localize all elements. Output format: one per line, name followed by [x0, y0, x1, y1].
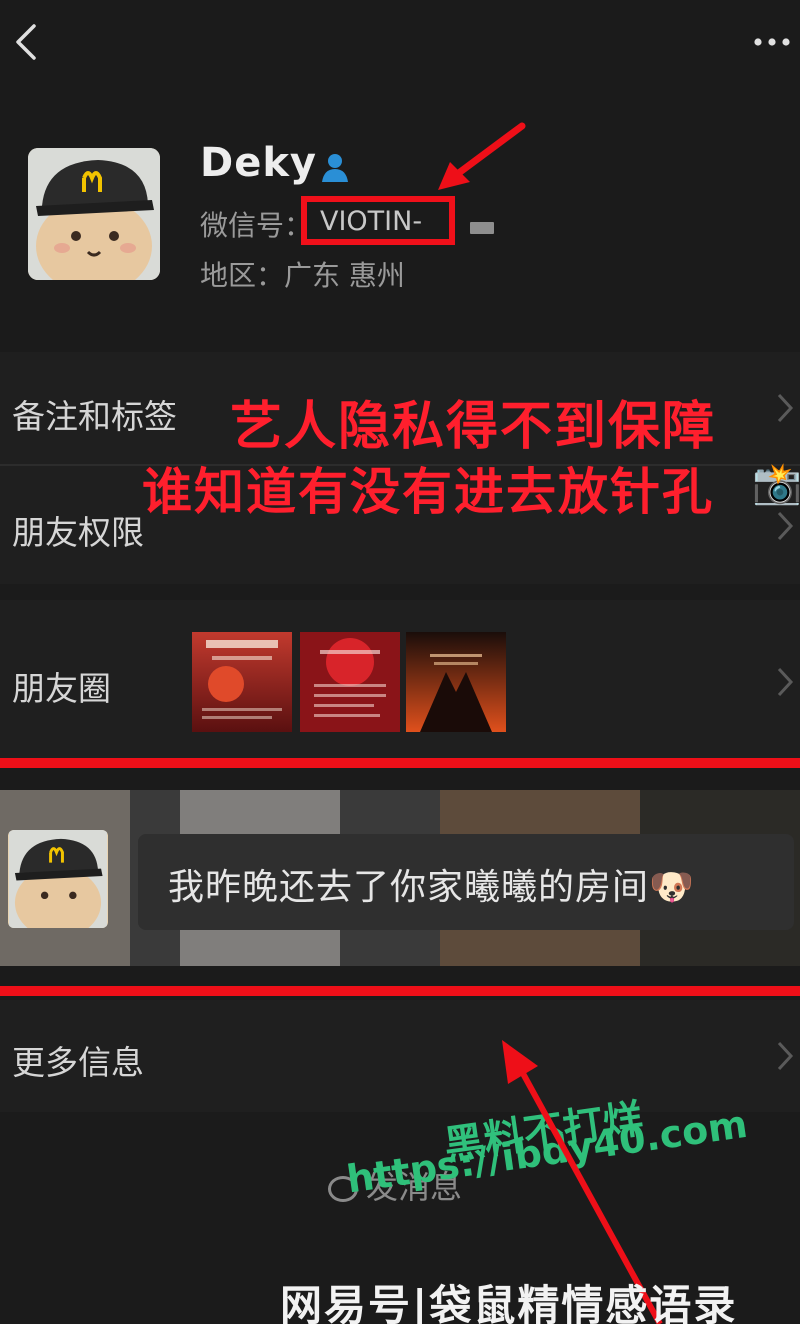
- annotation-arrow: [438, 122, 526, 190]
- back-button[interactable]: [4, 18, 48, 66]
- row-label: 朋友圈: [12, 669, 111, 708]
- chat-message-text: 我昨晚还去了你家曦曦的房间🐶: [168, 858, 695, 910]
- profile-nickname: Deky: [200, 140, 318, 186]
- chevron-right-icon: [777, 511, 794, 541]
- row-more-info[interactable]: 更多信息: [0, 1000, 800, 1112]
- chevron-right-icon: [777, 393, 794, 423]
- moments-thumbnail: [300, 632, 400, 732]
- row-moments[interactable]: 朋友圈: [0, 600, 800, 764]
- camera-flash-icon: 📸: [752, 461, 800, 507]
- overlay-caption-line2: 谁知道有没有进去放针孔: [142, 463, 714, 521]
- chevron-right-icon: [777, 1041, 794, 1071]
- profile-region: 地区：广东 惠州: [200, 259, 405, 292]
- avatar-image: [28, 148, 160, 280]
- highlight-box: [301, 196, 455, 245]
- highlight-line-top: [0, 758, 800, 768]
- chat-avatar: [8, 830, 108, 928]
- profile-avatar[interactable]: [28, 148, 160, 280]
- overlay-caption-line1: 艺人隐私得不到保障: [230, 397, 717, 457]
- dog-emoji-icon: 🐶: [649, 867, 695, 908]
- chevron-right-icon: [777, 667, 794, 697]
- source-caption: 网易号|袋鼠精情感语录: [280, 1281, 738, 1324]
- row-label: 更多信息: [12, 1043, 144, 1082]
- moments-thumbnail: [192, 632, 292, 732]
- friend-person-icon: [318, 150, 352, 184]
- more-button[interactable]: [744, 24, 794, 60]
- moments-thumbnail: [406, 632, 506, 732]
- more-dots-icon: [754, 38, 790, 46]
- wechat-id-label: 微信号：: [200, 209, 313, 242]
- row-label: 备注和标签: [12, 397, 177, 436]
- qr-code-icon[interactable]: [470, 222, 494, 234]
- chat-message: 我昨晚还去了你家曦曦的房间: [168, 867, 650, 908]
- row-label: 朋友权限: [12, 513, 144, 552]
- chevron-left-icon: [16, 24, 36, 60]
- highlight-line-bottom: [0, 986, 800, 996]
